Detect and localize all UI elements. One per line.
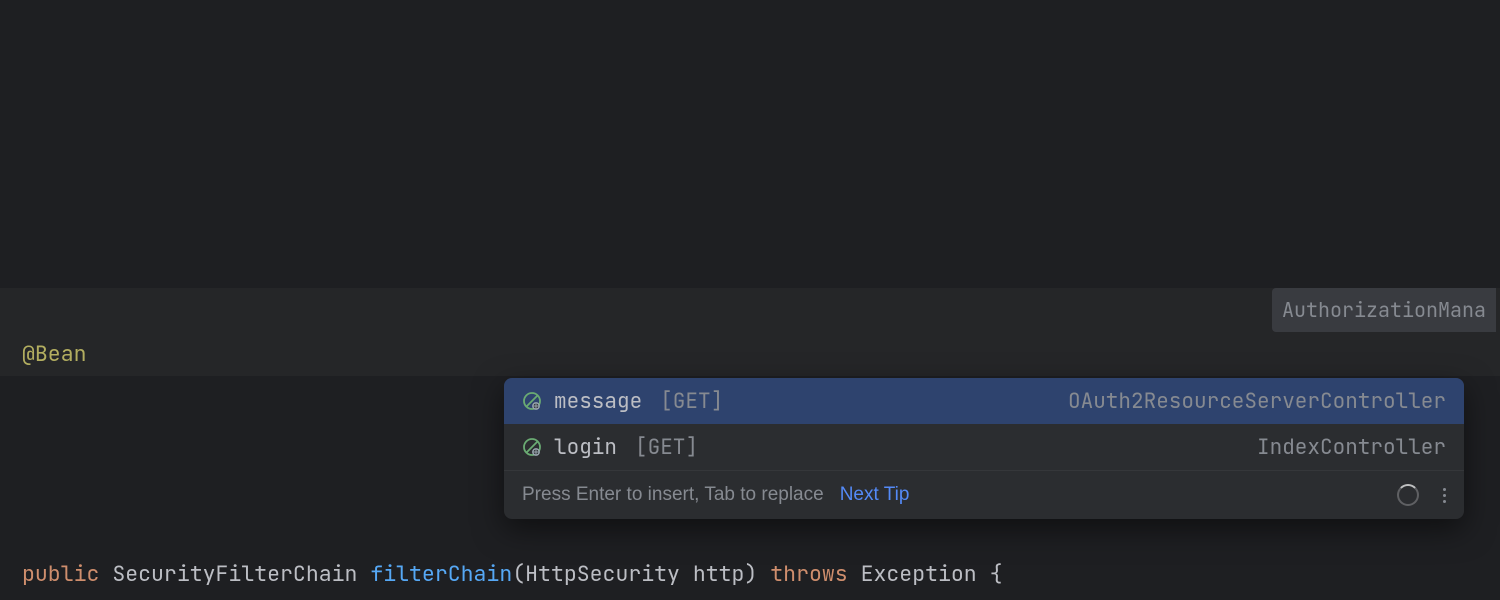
inlay-hint[interactable]: AuthorizationMana: [1272, 288, 1496, 332]
completion-item[interactable]: message [GET] OAuth2ResourceServerContro…: [504, 378, 1464, 424]
completion-footer-hint: Press Enter to insert, Tab to replace: [522, 484, 824, 506]
open-brace: {: [977, 560, 1003, 588]
completion-item-name: message: [554, 388, 642, 415]
next-tip-link[interactable]: Next Tip: [840, 484, 910, 506]
code-editor[interactable]: @Bean public SecurityFilterChain filterC…: [0, 0, 1500, 600]
completion-item-method: [GET]: [635, 434, 698, 461]
completion-item-name: login: [554, 434, 617, 461]
exception-type: Exception: [861, 560, 977, 588]
completion-item-origin: IndexController: [1257, 434, 1446, 461]
param-name: http: [693, 560, 745, 588]
endpoint-icon: [522, 437, 542, 457]
endpoint-icon: [522, 391, 542, 411]
completion-popup[interactable]: message [GET] OAuth2ResourceServerContro…: [504, 378, 1464, 519]
completion-item-origin: OAuth2ResourceServerController: [1068, 388, 1446, 415]
completion-item-method: [GET]: [660, 388, 723, 415]
inlay-hint-text: AuthorizationMana: [1282, 288, 1486, 332]
completion-footer: Press Enter to insert, Tab to replace Ne…: [504, 470, 1464, 519]
return-type: SecurityFilterChain: [112, 560, 357, 588]
keyword-public: public: [22, 560, 99, 588]
more-menu-icon[interactable]: [1435, 488, 1446, 503]
keyword-throws: throws: [770, 560, 847, 588]
annotation: @Bean: [22, 340, 87, 368]
param-type: HttpSecurity: [525, 560, 680, 588]
method-name: filterChain: [370, 560, 512, 588]
loading-spinner-icon: [1397, 484, 1419, 506]
completion-item[interactable]: login [GET] IndexController: [504, 424, 1464, 470]
